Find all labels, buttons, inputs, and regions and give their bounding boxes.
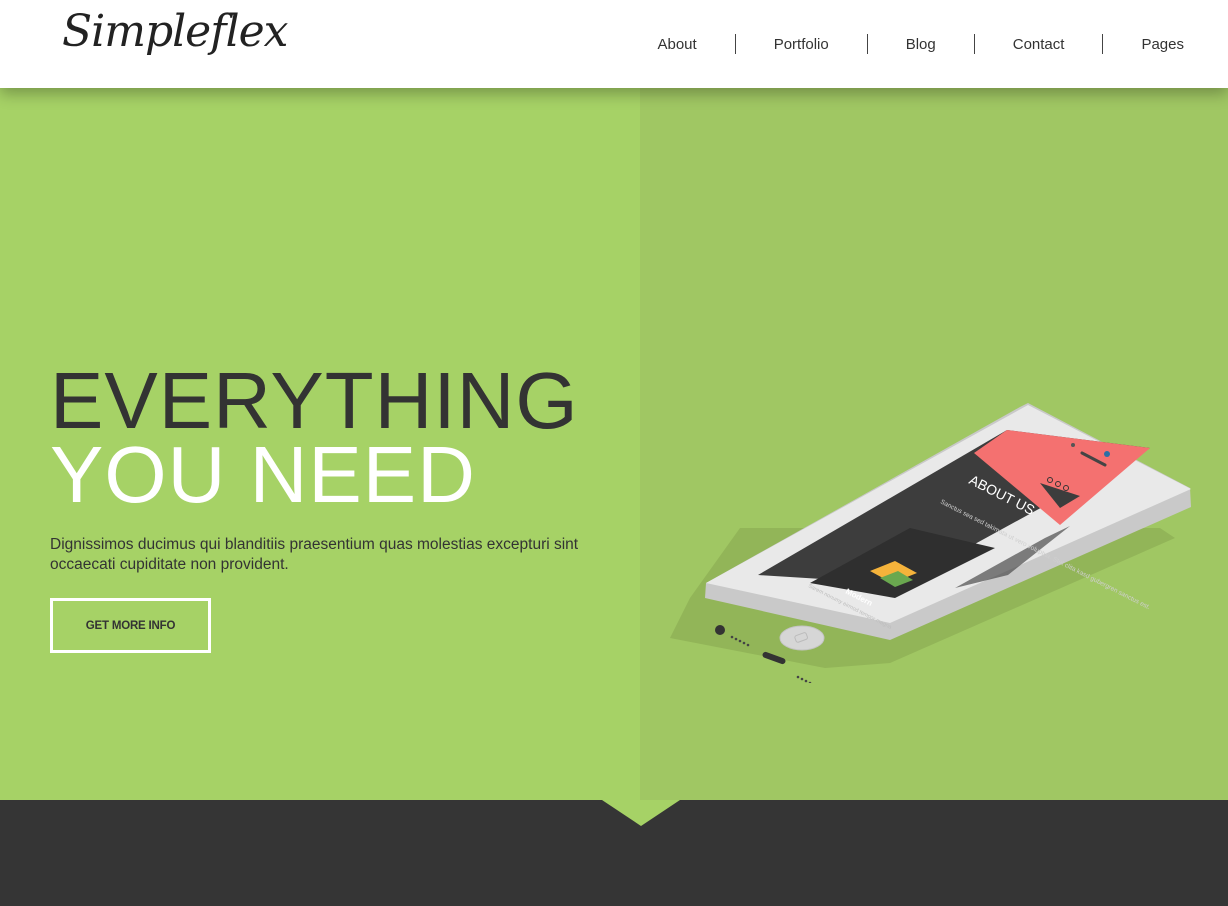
get-more-info-button[interactable]: GET MORE INFO	[50, 598, 211, 653]
headline-line-1: EVERYTHING	[50, 356, 579, 445]
hero-headline: EVERYTHING YOU NEED	[50, 356, 579, 519]
nav-item-pages[interactable]: Pages	[1064, 34, 1184, 54]
nav-item-contact[interactable]: Contact	[936, 34, 1065, 54]
hero-section: EVERYTHING YOU NEED Dignissimos ducimus …	[0, 88, 1228, 800]
section-pointer	[602, 800, 680, 826]
nav-item-portfolio[interactable]: Portfolio	[697, 34, 829, 54]
hero-subtitle: Dignissimos ducimus qui blanditiis praes…	[50, 536, 579, 573]
phone-home-button	[779, 625, 825, 651]
main-nav: About Portfolio Blog Contact Pages	[657, 0, 1184, 88]
headline-line-2: YOU NEED	[50, 430, 476, 519]
phone-mockup-image: ABOUT US Sanctus sea sed takimata ut ver…	[670, 403, 1191, 683]
dark-section	[0, 800, 1228, 906]
site-header: Simpleflex About Portfolio Blog Contact …	[0, 0, 1228, 88]
nav-item-about[interactable]: About	[657, 34, 696, 54]
nav-item-blog[interactable]: Blog	[829, 34, 936, 54]
logo[interactable]: Simpleflex	[62, 6, 288, 57]
